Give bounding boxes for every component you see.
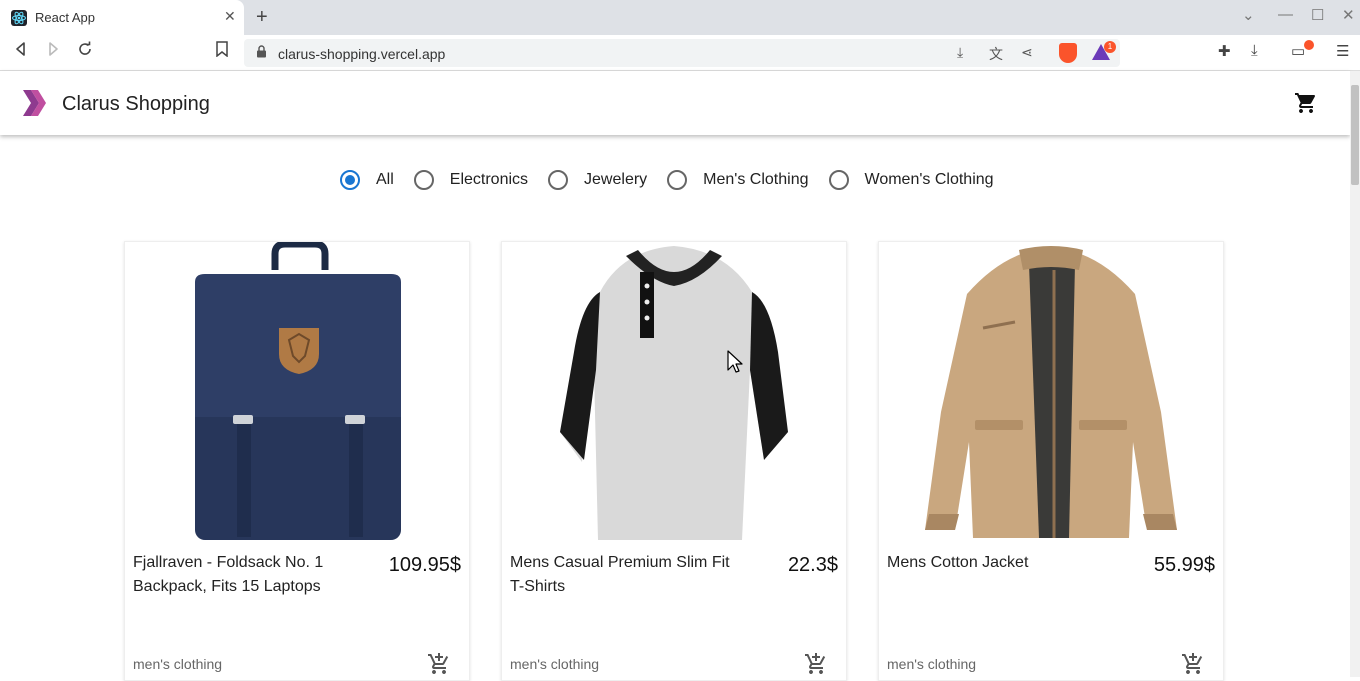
close-tab-icon[interactable]: ✕ [224, 8, 236, 25]
filter-mens-clothing[interactable]: Men's Clothing [667, 170, 809, 190]
lock-icon[interactable] [256, 45, 267, 61]
brave-shields-icon[interactable] [1059, 43, 1077, 63]
minimize-icon[interactable]: — [1278, 6, 1293, 23]
product-title[interactable]: Mens Casual Premium Slim Fit T-Shirts [510, 551, 740, 599]
close-window-icon[interactable]: ✕ [1342, 6, 1355, 24]
react-favicon-icon [11, 10, 27, 26]
product-price: 55.99$ [1153, 554, 1215, 576]
filter-all[interactable]: All [340, 170, 394, 190]
bookmark-icon[interactable] [215, 41, 229, 62]
jacket-image[interactable] [879, 242, 1225, 542]
tab-search-icon[interactable]: ⌄ [1242, 6, 1255, 24]
product-card[interactable]: Mens Cotton Jacket 55.99$ men's clothing [878, 241, 1224, 681]
reload-icon[interactable] [77, 41, 93, 62]
product-price: 22.3$ [787, 554, 838, 576]
logo-icon[interactable] [22, 89, 48, 122]
downloads-icon[interactable]: ⤓ [1251, 42, 1258, 59]
filter-label: Women's Clothing [864, 171, 994, 188]
cart-icon[interactable] [1294, 91, 1318, 120]
product-title[interactable]: Fjallraven - Foldsack No. 1 Backpack, Fi… [133, 551, 363, 599]
product-category: men's clothing [887, 656, 977, 672]
filter-label: Jewelery [584, 171, 648, 188]
app-header: Clarus Shopping [0, 71, 1350, 135]
mouse-cursor-icon [726, 350, 744, 379]
browser-toolbar: clarus-shopping.vercel.app ⤓ 文 ⋖ 1 ✚ ⤓ ▭… [0, 35, 1360, 71]
product-category: men's clothing [133, 656, 223, 672]
product-card[interactable]: Fjallraven - Foldsack No. 1 Backpack, Fi… [124, 241, 470, 681]
menu-icon[interactable]: ☰ [1336, 42, 1349, 60]
backpack-image[interactable] [125, 242, 471, 542]
page-scrollbar[interactable] [1350, 71, 1360, 677]
forward-icon[interactable] [45, 41, 61, 62]
address-bar[interactable]: clarus-shopping.vercel.app ⤓ 文 ⋖ 1 [244, 39, 1120, 67]
filter-label: Men's Clothing [703, 171, 809, 188]
radio-jewelery[interactable] [548, 170, 569, 190]
category-filter: All Electronics Jewelery Men's Clothing … [340, 168, 1014, 192]
maximize-icon[interactable]: ☐ [1311, 6, 1324, 24]
product-title[interactable]: Mens Cotton Jacket [887, 551, 1117, 575]
rewards-badge: 1 [1104, 41, 1116, 53]
radio-mens-clothing[interactable] [667, 170, 688, 190]
product-category: men's clothing [510, 656, 600, 672]
app-title[interactable]: Clarus Shopping [62, 93, 210, 116]
filter-womens-clothing[interactable]: Women's Clothing [828, 170, 994, 190]
install-app-icon[interactable]: ⤓ [957, 44, 963, 61]
filter-label: All [376, 171, 394, 188]
wallet-notification-dot [1304, 40, 1314, 50]
filter-label: Electronics [449, 171, 529, 188]
radio-electronics[interactable] [413, 170, 434, 190]
product-card[interactable]: Mens Casual Premium Slim Fit T-Shirts 22… [501, 241, 847, 681]
new-tab-icon[interactable]: + [256, 6, 268, 29]
url-text: clarus-shopping.vercel.app [278, 46, 446, 62]
scrollbar-thumb[interactable] [1351, 85, 1359, 185]
extensions-icon[interactable]: ✚ [1218, 42, 1231, 60]
share-icon[interactable]: ⋖ [1021, 44, 1033, 61]
translate-icon[interactable]: 文 [989, 44, 1003, 64]
filter-jewelery[interactable]: Jewelery [548, 170, 647, 190]
tshirt-image[interactable] [502, 242, 848, 542]
radio-all[interactable] [340, 170, 360, 190]
filter-electronics[interactable]: Electronics [413, 170, 529, 190]
radio-womens-clothing[interactable] [828, 170, 849, 190]
back-icon[interactable] [13, 41, 29, 62]
product-price: 109.95$ [388, 554, 461, 576]
browser-tab-bar: React App ✕ + ⌄ — ☐ ✕ [0, 0, 1360, 35]
browser-tab[interactable]: React App ✕ [0, 0, 244, 35]
tab-title: React App [35, 10, 95, 25]
